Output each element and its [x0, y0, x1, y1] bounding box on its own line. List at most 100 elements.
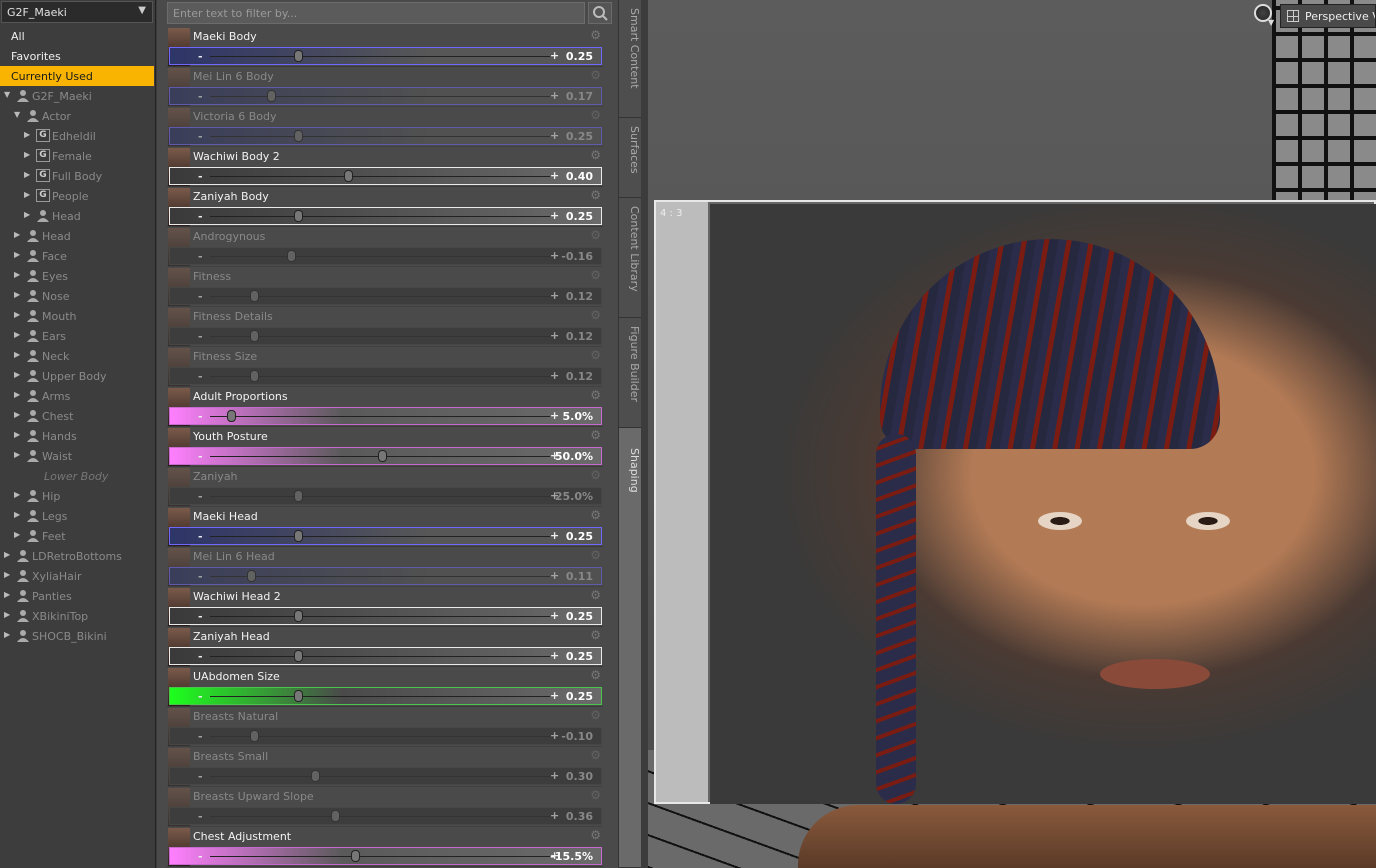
morph-slider[interactable]: Breasts Small ⚙ - +0.30	[167, 747, 603, 787]
search-button[interactable]	[588, 2, 612, 24]
morph-slider[interactable]: Androgynous ⚙ - + -0.16	[167, 227, 603, 267]
slider-value[interactable]: 25.0%	[555, 490, 593, 503]
gear-icon[interactable]: ⚙	[590, 708, 601, 722]
increment-button[interactable]: +	[550, 89, 559, 102]
slider-value[interactable]: -0.16	[561, 250, 593, 263]
decrement-button[interactable]: -	[198, 330, 203, 343]
increment-button[interactable]: +	[550, 289, 559, 302]
tree-item[interactable]: ▶ Ears	[0, 326, 156, 346]
slider-track[interactable]	[210, 96, 550, 97]
slider-value[interactable]: 50.0%	[555, 450, 593, 463]
slider-value[interactable]: 0.25	[566, 130, 593, 143]
slider-bar[interactable]: - +0.12	[169, 287, 602, 305]
tree-item[interactable]: ▶ Arms	[0, 386, 156, 406]
tree-item[interactable]: ▶ Face	[0, 246, 156, 266]
expand-closed-icon[interactable]: ▶	[14, 430, 20, 439]
increment-button[interactable]: +	[550, 369, 559, 382]
tree-item[interactable]: ▶ Head	[0, 206, 156, 226]
slider-value[interactable]: 0.25	[566, 210, 593, 223]
tree-item[interactable]: ▶ Legs	[0, 506, 156, 526]
slider-bar[interactable]: - +0.40	[169, 167, 602, 185]
slider-handle[interactable]	[250, 730, 260, 742]
slider-bar[interactable]: - +0.25	[169, 47, 602, 65]
expand-closed-icon[interactable]: ▶	[24, 190, 30, 199]
expand-closed-icon[interactable]: ▶	[14, 370, 20, 379]
slider-bar[interactable]: - +0.11	[169, 567, 602, 585]
slider-track[interactable]	[210, 616, 550, 617]
slider-bar[interactable]: - +0.30	[169, 767, 602, 785]
slider-value[interactable]: 0.25	[566, 690, 593, 703]
slider-track[interactable]	[210, 216, 550, 217]
tree-item[interactable]: ▼ G2F_Maeki	[0, 86, 156, 106]
expand-closed-icon[interactable]: ▶	[14, 330, 20, 339]
slider-handle[interactable]	[250, 370, 260, 382]
tree-item[interactable]: ▶ Nose	[0, 286, 156, 306]
slider-handle[interactable]	[267, 90, 277, 102]
side-tab[interactable]: Surfaces	[619, 118, 641, 198]
slider-bar[interactable]: - +5.0%	[169, 407, 602, 425]
expand-closed-icon[interactable]: ▶	[14, 290, 20, 299]
slider-track[interactable]	[210, 776, 550, 777]
decrement-button[interactable]: -	[198, 610, 203, 623]
slider-value[interactable]: 0.17	[566, 90, 593, 103]
expand-closed-icon[interactable]: ▶	[14, 350, 20, 359]
slider-bar[interactable]: - +0.25	[169, 207, 602, 225]
gear-icon[interactable]: ⚙	[590, 108, 601, 122]
slider-bar[interactable]: - + -0.16	[169, 247, 602, 265]
increment-button[interactable]: +	[550, 609, 559, 622]
slider-handle[interactable]	[294, 210, 303, 222]
expand-closed-icon[interactable]: ▶	[24, 170, 30, 179]
expand-closed-icon[interactable]: ▶	[4, 550, 10, 559]
expand-closed-icon[interactable]: ▶	[14, 310, 20, 319]
nav-favorites[interactable]: Favorites	[0, 46, 154, 66]
slider-handle[interactable]	[294, 690, 303, 702]
tree-item[interactable]: ▶ LDRetroBottoms	[0, 546, 156, 566]
decrement-button[interactable]: -	[198, 770, 203, 783]
slider-value[interactable]: 0.11	[566, 570, 593, 583]
tree-item[interactable]: ▶ G Female	[0, 146, 156, 166]
expand-closed-icon[interactable]: ▶	[14, 450, 20, 459]
slider-bar[interactable]: - +0.12	[169, 327, 602, 345]
morph-slider[interactable]: Zaniyah Body ⚙ - +0.25	[167, 187, 603, 227]
slider-handle[interactable]	[294, 50, 303, 62]
expand-closed-icon[interactable]: ▶	[4, 610, 10, 619]
slider-value[interactable]: 0.25	[566, 610, 593, 623]
increment-button[interactable]: +	[550, 569, 559, 582]
increment-button[interactable]: +	[550, 169, 559, 182]
slider-track[interactable]	[210, 816, 550, 817]
morph-slider[interactable]: Fitness ⚙ - +0.12	[167, 267, 603, 307]
expand-closed-icon[interactable]: ▶	[4, 590, 10, 599]
expand-closed-icon[interactable]: ▶	[4, 630, 10, 639]
slider-value[interactable]: 0.30	[566, 770, 593, 783]
chevron-down-icon[interactable]: ▼	[138, 5, 146, 16]
gear-icon[interactable]: ⚙	[590, 668, 601, 682]
gear-icon[interactable]: ⚙	[590, 628, 601, 642]
slider-value[interactable]: 0.36	[566, 810, 593, 823]
morph-slider[interactable]: Mei Lin 6 Body ⚙ - +0.17	[167, 67, 603, 107]
morph-slider[interactable]: Mei Lin 6 Head ⚙ - +0.11	[167, 547, 603, 587]
nav-currently-used[interactable]: Currently Used	[0, 66, 154, 86]
tree-item[interactable]: ▶ Chest	[0, 406, 156, 426]
slider-bar[interactable]: - +0.17	[169, 87, 602, 105]
side-tab[interactable]: Shaping	[619, 428, 641, 868]
decrement-button[interactable]: -	[198, 690, 203, 703]
decrement-button[interactable]: -	[198, 170, 203, 183]
slider-handle[interactable]	[294, 650, 303, 662]
slider-track[interactable]	[210, 336, 550, 337]
decrement-button[interactable]: -	[198, 450, 203, 463]
tree-item[interactable]: ▶ XBikiniTop	[0, 606, 156, 626]
morph-slider[interactable]: Chest Adjustment ⚙ - + -15.5%	[167, 827, 603, 867]
slider-track[interactable]	[210, 736, 550, 737]
expand-closed-icon[interactable]: ▶	[14, 410, 20, 419]
tree-item[interactable]: ▶ G Edheldil	[0, 126, 156, 146]
slider-bar[interactable]: - +0.25	[169, 127, 602, 145]
increment-button[interactable]: +	[550, 209, 559, 222]
expand-closed-icon[interactable]: ▶	[14, 270, 20, 279]
slider-handle[interactable]	[246, 570, 256, 582]
gear-icon[interactable]: ⚙	[590, 308, 601, 322]
camera-selector[interactable]: Perspective View	[1280, 4, 1376, 28]
gear-icon[interactable]: ⚙	[590, 548, 601, 562]
slider-value[interactable]: 0.25	[566, 650, 593, 663]
morph-slider[interactable]: UAbdomen Size ⚙ - +0.25	[167, 667, 603, 707]
tree-item[interactable]: ▶ Neck	[0, 346, 156, 366]
